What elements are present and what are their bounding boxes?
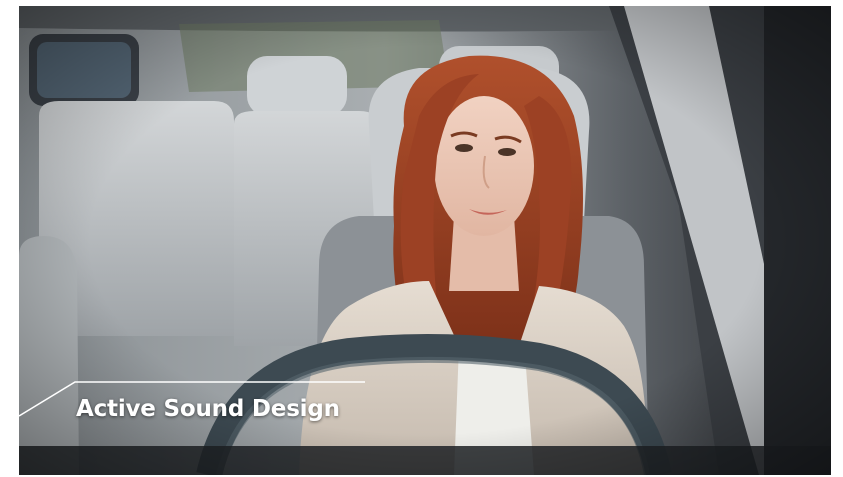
caption-title: Active Sound Design [76,396,340,422]
video-frame: Active Sound Design [19,6,831,475]
